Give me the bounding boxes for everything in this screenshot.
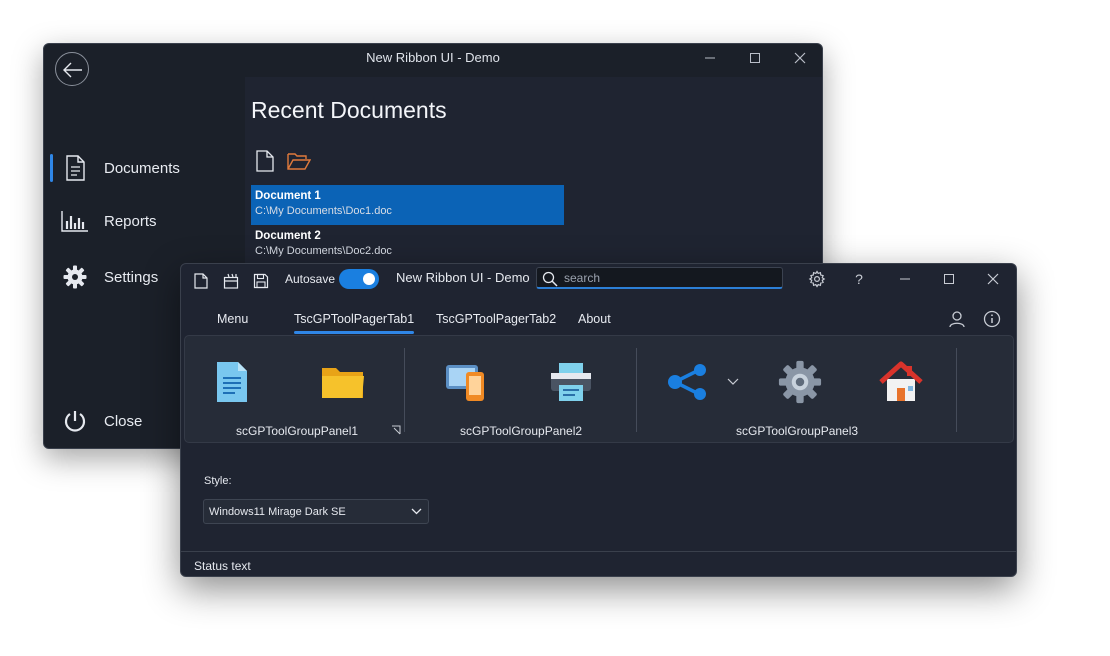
power-icon xyxy=(60,408,90,434)
document-icon xyxy=(217,362,247,402)
document-name: Document 1 xyxy=(255,190,321,202)
document-name: Document 2 xyxy=(255,230,321,242)
nav-label: Settings xyxy=(104,268,159,286)
autosave-label: Autosave xyxy=(285,272,336,286)
ribbon-panel: scGPToolGroupPanel1 scGPToolGroupPanel2 … xyxy=(184,335,1014,443)
document-path: C:\My Documents\Doc2.doc xyxy=(255,245,392,257)
search-icon xyxy=(542,271,558,287)
share-button[interactable] xyxy=(663,356,713,408)
devices-icon xyxy=(446,365,484,401)
group-label: scGPToolGroupPanel1 xyxy=(236,424,359,438)
tab-about[interactable]: About xyxy=(578,312,611,326)
style-select-value: Windows11 Mirage Dark SE xyxy=(209,506,346,518)
style-select[interactable]: Windows11 Mirage Dark SE xyxy=(203,499,429,524)
info-icon[interactable] xyxy=(981,308,1003,330)
minimize-button[interactable] xyxy=(885,266,925,292)
recent-document-item[interactable]: Document 2 C:\My Documents\Doc2.doc xyxy=(251,225,564,265)
new-document-icon[interactable] xyxy=(255,150,275,177)
open-folder-icon[interactable] xyxy=(287,152,312,175)
group-separator xyxy=(956,348,957,432)
group-label: scGPToolGroupPanel2 xyxy=(460,424,583,438)
autosave-toggle[interactable] xyxy=(339,269,379,289)
nav-label: Close xyxy=(104,412,143,430)
printer-icon xyxy=(551,363,591,401)
folder-button[interactable] xyxy=(318,356,368,408)
save-icon[interactable] xyxy=(249,270,273,292)
minimize-button[interactable] xyxy=(688,48,732,72)
page-title: Recent Documents xyxy=(251,97,447,123)
maximize-button[interactable] xyxy=(733,48,777,72)
minimize-icon xyxy=(900,278,910,280)
group-label: scGPToolGroupPanel3 xyxy=(736,424,859,438)
close-icon xyxy=(987,273,999,285)
status-text: Status text xyxy=(194,559,251,573)
document-icon xyxy=(60,155,90,181)
nav-item-reports[interactable]: Reports xyxy=(50,204,244,238)
printer-button[interactable] xyxy=(546,356,596,408)
settings-icon xyxy=(778,360,822,404)
search-input[interactable] xyxy=(564,270,774,286)
help-button[interactable]: ? xyxy=(839,266,879,292)
search-box[interactable] xyxy=(536,267,783,289)
maximize-button[interactable] xyxy=(929,266,969,292)
devices-button[interactable] xyxy=(441,356,491,408)
nav-label: Documents xyxy=(104,159,180,177)
chevron-down-icon xyxy=(411,508,422,515)
bar-chart-icon xyxy=(60,208,90,234)
document-button[interactable] xyxy=(207,356,257,408)
tab-toolpager1[interactable]: TscGPToolPagerTab1 xyxy=(294,312,415,334)
tab-toolpager2[interactable]: TscGPToolPagerTab2 xyxy=(436,312,556,326)
nav-label: Reports xyxy=(104,212,157,230)
style-label: Style: xyxy=(204,475,232,487)
nav-item-documents[interactable]: Documents xyxy=(50,151,244,185)
close-window-button[interactable] xyxy=(778,48,822,72)
open-icon[interactable] xyxy=(219,270,243,292)
group-separator xyxy=(636,348,637,432)
settings-button[interactable] xyxy=(797,266,837,292)
folder-icon xyxy=(322,368,364,398)
new-document-icon[interactable] xyxy=(189,270,213,292)
close-window-button[interactable] xyxy=(973,266,1013,292)
selection-marker xyxy=(50,154,53,182)
window-title: New Ribbon UI - Demo xyxy=(396,270,530,285)
help-icon: ? xyxy=(855,271,863,287)
ribbon-window: Autosave New Ribbon UI - Demo ? Menu Tsc… xyxy=(180,263,1017,577)
status-bar-divider xyxy=(181,551,1016,552)
share-icon xyxy=(668,364,706,400)
group-separator xyxy=(404,348,405,432)
settings-ribbon-button[interactable] xyxy=(775,356,825,408)
dialog-launcher-icon[interactable] xyxy=(391,425,401,435)
recent-document-item[interactable]: Document 1 C:\My Documents\Doc1.doc xyxy=(251,185,564,225)
gear-icon xyxy=(808,270,826,288)
user-icon[interactable] xyxy=(946,308,968,330)
document-path: C:\My Documents\Doc1.doc xyxy=(255,205,392,217)
maximize-icon xyxy=(944,274,954,284)
gear-icon xyxy=(60,264,90,290)
home-icon xyxy=(879,361,923,401)
tab-menu[interactable]: Menu xyxy=(217,312,248,326)
chevron-down-icon[interactable] xyxy=(727,378,739,386)
home-button[interactable] xyxy=(876,356,926,408)
